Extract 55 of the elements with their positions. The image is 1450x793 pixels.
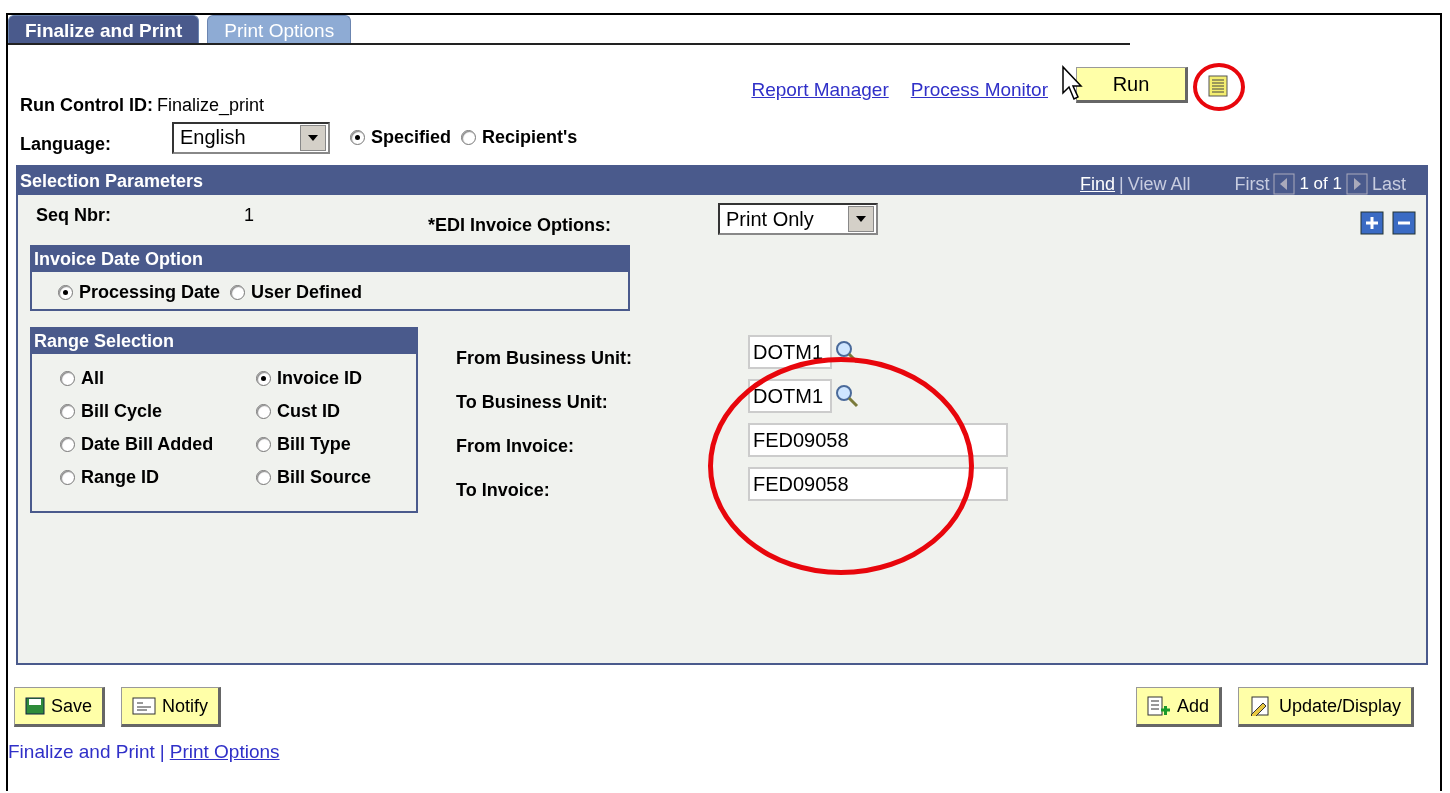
- field-label: *EDI Invoice Options:: [428, 215, 613, 236]
- radio-option[interactable]: Bill Source: [256, 467, 406, 488]
- find-link[interactable]: Find: [1080, 173, 1116, 195]
- radio-option[interactable]: Invoice ID: [256, 368, 406, 389]
- note-icon: [132, 697, 157, 715]
- field-label: To Business Unit:: [456, 391, 609, 413]
- panel-title: Selection Parameters: [20, 170, 204, 192]
- view-all-link[interactable]: View All: [1127, 173, 1191, 195]
- radio-option[interactable]: Recipient's: [461, 127, 578, 148]
- separator: |: [1119, 173, 1124, 195]
- first-link[interactable]: First: [1234, 173, 1270, 195]
- row-count: 1 of 1: [1299, 174, 1342, 194]
- previous-icon[interactable]: [1273, 173, 1296, 195]
- header-link[interactable]: Report Manager: [751, 79, 889, 101]
- seq-number: 1: [244, 205, 255, 226]
- field-label: From Invoice:: [456, 435, 576, 457]
- radio-option[interactable]: Processing Date: [58, 282, 221, 303]
- language-dropdown[interactable]: English: [172, 121, 330, 154]
- group-title: Invoice Date Option: [32, 247, 628, 272]
- field-label: Language:: [20, 134, 112, 155]
- page-name: Finalize and Print: [8, 741, 155, 763]
- radio-option[interactable]: Date Bill Added: [60, 434, 246, 455]
- field-label: Seq Nbr:: [36, 205, 112, 226]
- run-control-id: Finalize_print: [157, 95, 265, 116]
- radio-option[interactable]: Range ID: [60, 467, 246, 488]
- toolbar-button[interactable]: Save: [14, 687, 106, 727]
- radio-option[interactable]: Bill Cycle: [60, 401, 246, 422]
- header-link[interactable]: Process Monitor: [910, 79, 1048, 101]
- radio-option[interactable]: Bill Type: [256, 434, 406, 455]
- group-title: Range Selection: [32, 329, 416, 354]
- radio-option[interactable]: All: [60, 368, 246, 389]
- document-plus-icon: [1146, 696, 1171, 716]
- tab[interactable]: Finalize and Print: [8, 15, 200, 45]
- radio-option[interactable]: Cust ID: [256, 401, 406, 422]
- page-link[interactable]: Print Options: [169, 741, 280, 763]
- field-label: From Business Unit:: [456, 347, 634, 369]
- run-button[interactable]: Run: [1076, 67, 1188, 103]
- add-row-icon[interactable]: [1360, 211, 1384, 235]
- invoice-field[interactable]: FED09058: [748, 467, 1008, 501]
- separator: |: [159, 741, 165, 763]
- radio-option[interactable]: User Defined: [230, 282, 363, 303]
- toolbar-button[interactable]: Notify: [121, 687, 222, 727]
- business-unit-field[interactable]: DOTM1: [748, 379, 832, 413]
- radio-option[interactable]: Specified: [350, 127, 452, 148]
- invoice-field[interactable]: FED09058: [748, 423, 1008, 457]
- business-unit-field[interactable]: DOTM1: [748, 335, 832, 369]
- delete-row-icon[interactable]: [1392, 211, 1416, 235]
- next-icon[interactable]: [1345, 173, 1368, 195]
- field-label: Run Control ID:: [20, 95, 153, 116]
- edi-options-dropdown[interactable]: Print Only: [718, 203, 878, 235]
- search-icon[interactable]: [834, 383, 860, 409]
- toolbar-button[interactable]: Add: [1135, 687, 1222, 727]
- toolbar-button[interactable]: Update/Display: [1237, 687, 1414, 727]
- last-link[interactable]: Last: [1371, 173, 1406, 195]
- field-label: To Invoice:: [456, 479, 551, 501]
